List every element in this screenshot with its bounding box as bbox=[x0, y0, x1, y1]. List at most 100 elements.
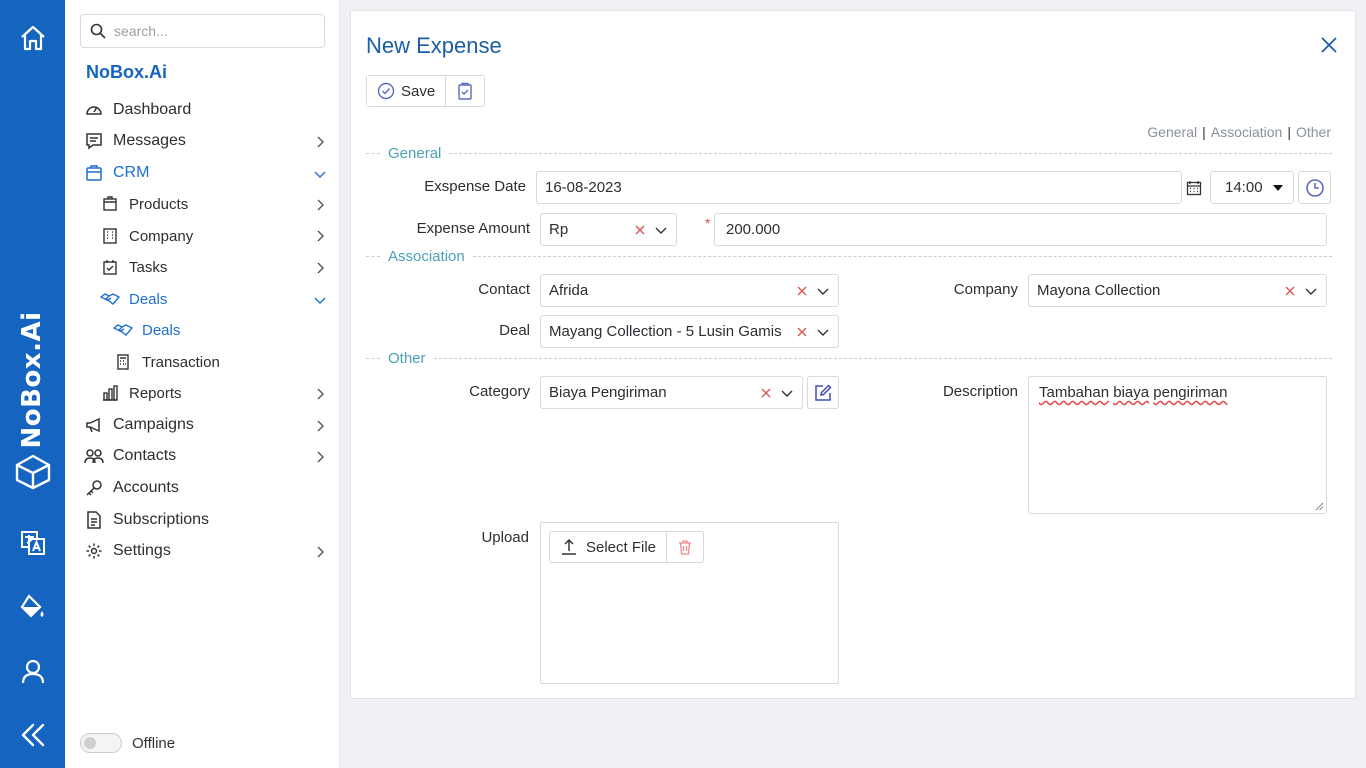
clear-icon[interactable] bbox=[760, 387, 772, 399]
sidebar-item-campaigns[interactable]: Campaigns bbox=[84, 413, 194, 437]
delete-file-button[interactable] bbox=[666, 532, 703, 562]
upload-label: Upload bbox=[481, 529, 529, 546]
expense-amount-label: Expense Amount bbox=[416, 220, 530, 237]
sidebar-item-label: Company bbox=[129, 227, 194, 245]
time-select[interactable]: 14:00 bbox=[1210, 171, 1294, 204]
receipt-icon bbox=[113, 352, 133, 372]
sidebar-item-company[interactable]: Company bbox=[100, 224, 193, 248]
chevron-right-icon[interactable] bbox=[313, 545, 327, 559]
sidebar-item-dashboard[interactable]: Dashboard bbox=[84, 98, 191, 122]
gauge-icon bbox=[84, 100, 104, 120]
clear-icon[interactable] bbox=[1284, 285, 1296, 297]
offline-label: Offline bbox=[132, 735, 176, 752]
app-rail: NoBox.Ai bbox=[0, 0, 65, 768]
sidebar-item-tasks[interactable]: Tasks bbox=[100, 255, 167, 279]
chevron-right-icon[interactable] bbox=[313, 135, 327, 149]
chevron-down-icon bbox=[817, 329, 829, 336]
chevron-right-icon[interactable] bbox=[313, 229, 327, 243]
sidebar-item-reports[interactable]: Reports bbox=[100, 381, 182, 405]
offline-toggle[interactable] bbox=[80, 733, 122, 753]
home-icon[interactable] bbox=[0, 22, 65, 54]
select-file-button[interactable]: Select File bbox=[550, 532, 666, 562]
collapse-icon[interactable] bbox=[0, 720, 65, 750]
message-icon bbox=[84, 131, 104, 151]
section-association: Association bbox=[366, 247, 1332, 265]
sidebar-brand: NoBox.Ai bbox=[86, 62, 167, 82]
calendar-icon[interactable] bbox=[1186, 180, 1202, 196]
bar-chart-icon bbox=[100, 383, 120, 403]
amount-input[interactable]: 200.000 bbox=[714, 213, 1327, 246]
clear-icon[interactable] bbox=[634, 224, 646, 236]
sidebar-item-label: Messages bbox=[113, 132, 186, 149]
anchor-general[interactable]: General bbox=[1147, 124, 1197, 140]
chevron-down-icon[interactable] bbox=[313, 293, 327, 307]
time-picker-button[interactable] bbox=[1298, 171, 1331, 204]
section-general: General bbox=[366, 145, 1332, 162]
chevron-down-icon bbox=[1305, 288, 1317, 295]
company-select[interactable]: Mayona Collection bbox=[1028, 274, 1327, 307]
search-box[interactable] bbox=[80, 14, 325, 48]
check-circle-icon bbox=[377, 82, 395, 100]
sidebar-item-contacts[interactable]: Contacts bbox=[84, 444, 176, 468]
sidebar-item-deals-group[interactable]: Deals bbox=[100, 287, 167, 311]
document-icon bbox=[84, 510, 104, 530]
sidebar-item-messages[interactable]: Messages bbox=[84, 129, 186, 153]
resize-handle-icon[interactable] bbox=[1315, 502, 1324, 511]
category-select[interactable]: Biaya Pengiriman bbox=[540, 376, 803, 409]
users-icon bbox=[84, 446, 104, 466]
section-title: Association bbox=[388, 247, 465, 265]
currency-select[interactable]: Rp bbox=[540, 213, 677, 246]
category-label: Category bbox=[469, 383, 530, 400]
chevron-right-icon[interactable] bbox=[313, 419, 327, 433]
sidebar-item-label: Accounts bbox=[113, 479, 179, 496]
gear-icon bbox=[84, 541, 104, 561]
expense-date-field[interactable]: 16-08-2023 bbox=[536, 171, 1182, 204]
user-icon[interactable] bbox=[0, 656, 65, 686]
save-label: Save bbox=[401, 82, 436, 100]
sidebar-item-transaction[interactable]: Transaction bbox=[113, 350, 220, 374]
box-icon bbox=[100, 194, 120, 214]
building-icon bbox=[100, 226, 120, 246]
sidebar-item-subscriptions[interactable]: Subscriptions bbox=[84, 508, 209, 532]
handshake-icon bbox=[113, 320, 133, 340]
save-button[interactable]: Save bbox=[367, 76, 446, 106]
sidebar-item-deals[interactable]: Deals bbox=[113, 318, 180, 342]
clear-icon[interactable] bbox=[796, 285, 808, 297]
upload-icon bbox=[562, 538, 576, 555]
sidebar-item-label: Deals bbox=[142, 321, 181, 339]
chevron-down-icon bbox=[781, 390, 793, 397]
key-icon bbox=[84, 478, 104, 498]
contact-select[interactable]: Afrida bbox=[540, 274, 839, 307]
sidebar-item-accounts[interactable]: Accounts bbox=[84, 476, 179, 500]
chevron-right-icon[interactable] bbox=[313, 387, 327, 401]
chevron-down-icon[interactable] bbox=[313, 167, 327, 181]
required-asterisk: * bbox=[705, 215, 711, 231]
clock-icon bbox=[1305, 178, 1324, 197]
chevron-right-icon[interactable] bbox=[313, 450, 327, 464]
chevron-right-icon[interactable] bbox=[313, 198, 327, 212]
edit-icon bbox=[815, 383, 832, 401]
sidebar-item-products[interactable]: Products bbox=[100, 192, 188, 216]
deal-select[interactable]: Mayang Collection - 5 Lusin Gamis bbox=[540, 315, 839, 348]
sidebar-item-label: Settings bbox=[113, 542, 171, 559]
anchor-other[interactable]: Other bbox=[1296, 124, 1331, 140]
sidebar-item-label: Transaction bbox=[142, 353, 220, 371]
sidebar-item-label: Dashboard bbox=[113, 101, 192, 118]
clear-icon[interactable] bbox=[796, 326, 808, 338]
clipboard-check-button[interactable] bbox=[445, 76, 485, 106]
sidebar-item-settings[interactable]: Settings bbox=[84, 539, 171, 563]
sidebar-item-label: Subscriptions bbox=[113, 511, 210, 528]
anchor-association[interactable]: Association bbox=[1211, 124, 1283, 140]
translate-icon[interactable] bbox=[0, 528, 65, 558]
sidebar-item-label: Tasks bbox=[129, 258, 168, 276]
sidebar-item-label: Products bbox=[129, 195, 189, 213]
description-textarea[interactable]: Tambahan biaya pengiriman bbox=[1028, 376, 1327, 514]
edit-category-button[interactable] bbox=[807, 376, 839, 409]
chevron-right-icon[interactable] bbox=[313, 261, 327, 275]
upload-toolbar: Select File bbox=[549, 531, 705, 563]
upload-dropzone[interactable]: Select File bbox=[540, 522, 839, 684]
close-icon[interactable] bbox=[1320, 36, 1338, 54]
search-input[interactable] bbox=[114, 23, 314, 39]
sidebar-item-crm[interactable]: CRM bbox=[84, 161, 149, 185]
paint-bucket-icon[interactable] bbox=[0, 592, 65, 622]
